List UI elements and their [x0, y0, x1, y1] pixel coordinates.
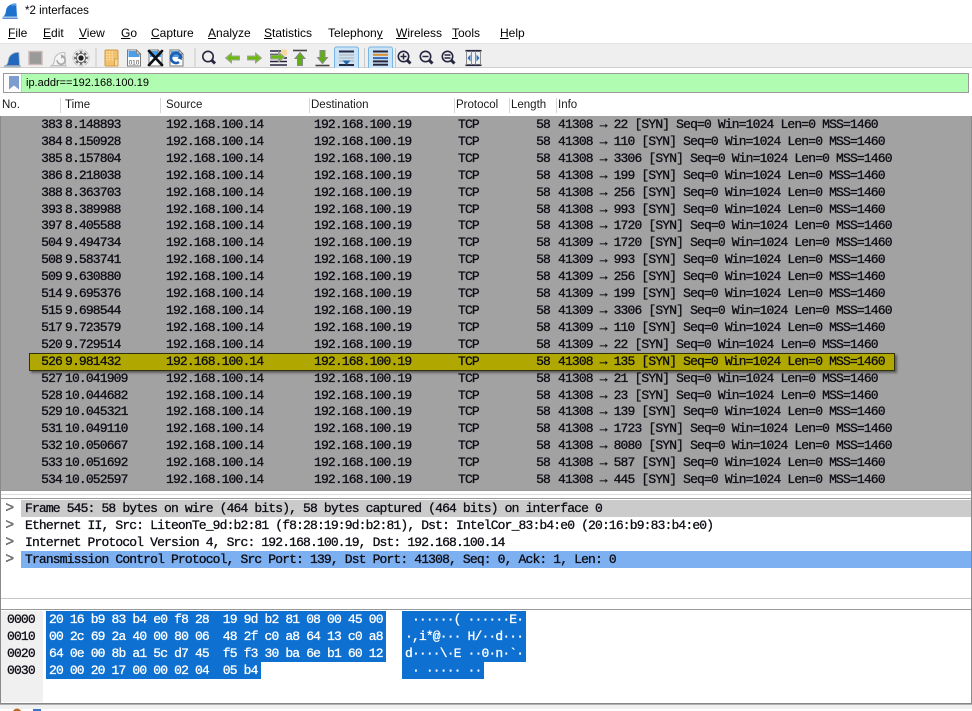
- svg-text:010: 010: [129, 60, 140, 67]
